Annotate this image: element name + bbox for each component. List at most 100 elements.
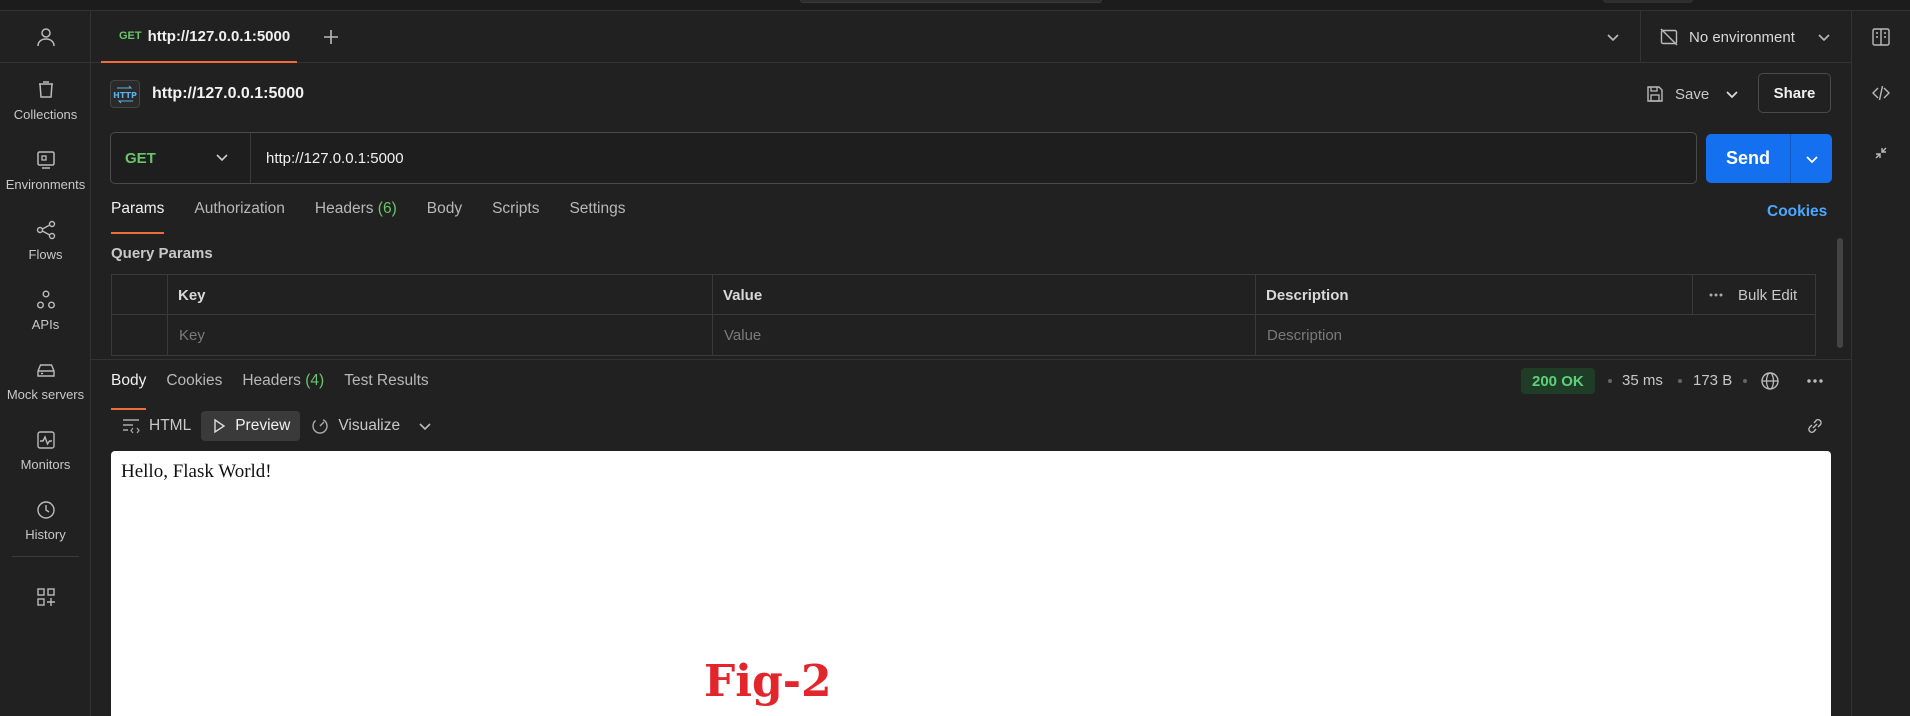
status-badge[interactable]: 200 OK (1521, 368, 1595, 394)
tab-body[interactable]: Body (427, 200, 462, 234)
tab-settings[interactable]: Settings (569, 200, 625, 234)
left-sidebar: Collections Environments Flows APIs Mock… (0, 11, 91, 716)
tab-authorization[interactable]: Authorization (194, 200, 284, 234)
sidebar-item-collections[interactable]: Collections (0, 75, 91, 135)
sidebar-item-label: Flows (28, 247, 63, 262)
request-tab[interactable]: GET http://127.0.0.1:5000 (101, 11, 297, 63)
query-params-table: Key Value Description Bulk Edit Key Valu… (111, 274, 1816, 356)
send-button[interactable]: Send (1706, 134, 1790, 183)
body-format-bar: HTML Preview Visualize (111, 411, 434, 441)
separator-dot (1608, 379, 1612, 383)
scrollbar[interactable] (1837, 238, 1843, 348)
add-apps-icon (36, 588, 55, 606)
sidebar-item-history[interactable]: History (0, 495, 91, 555)
value-input[interactable]: Value (724, 315, 761, 355)
save-options-chevron-icon[interactable] (1722, 84, 1742, 104)
collapse-arrows-icon[interactable] (1870, 142, 1892, 164)
share-button[interactable]: Share (1758, 73, 1831, 113)
divider (1640, 11, 1641, 63)
visualize-icon (312, 418, 329, 434)
response-headers-count: (4) (305, 372, 325, 389)
divider (1692, 275, 1693, 315)
copy-link-icon[interactable] (1804, 415, 1826, 437)
tab-scripts[interactable]: Scripts (492, 200, 539, 234)
sidebar-item-environments[interactable]: Environments (0, 145, 91, 205)
save-button[interactable]: Save (1645, 80, 1709, 108)
url-bar: GET http://127.0.0.1:5000 (110, 132, 1697, 184)
response-size[interactable]: 173 B (1693, 372, 1732, 389)
sidebar-item-label: Collections (13, 107, 78, 122)
workspace-user-button[interactable] (0, 11, 91, 63)
flows-icon (36, 220, 55, 240)
search-bar-edge[interactable] (800, 0, 1102, 3)
key-column-header: Key (178, 286, 206, 304)
description-column-header: Description (1266, 286, 1349, 304)
value-column-header: Value (723, 286, 763, 304)
sidebar-item-flows[interactable]: Flows (0, 215, 91, 275)
tab-headers[interactable]: Headers (6) (315, 200, 397, 234)
request-tab-bar: GET http://127.0.0.1:5000 No environment (91, 11, 1852, 63)
environment-selector[interactable]: No environment (1659, 11, 1833, 63)
user-icon (36, 27, 55, 46)
format-dropdown-chevron-icon[interactable] (416, 417, 434, 435)
headers-count: (6) (377, 200, 397, 217)
svg-text:HTTP: HTTP (113, 91, 137, 100)
preview-format-button[interactable]: Preview (201, 411, 301, 441)
divider (167, 275, 168, 355)
globe-icon[interactable] (1759, 370, 1781, 392)
environment-label: No environment (1689, 28, 1795, 46)
sidebar-item-monitors[interactable]: Monitors (0, 425, 91, 485)
history-icon (36, 501, 55, 519)
play-icon (214, 418, 226, 434)
cookies-link[interactable]: Cookies (1767, 203, 1827, 221)
description-input[interactable]: Description (1267, 315, 1342, 355)
divider (1790, 134, 1791, 183)
sidebar-item-label: Mock servers (6, 387, 85, 402)
sidebar-item-label: Monitors (20, 457, 71, 472)
html-format-button[interactable]: HTML (111, 411, 201, 441)
tab-test-results[interactable]: Test Results (344, 372, 428, 402)
sidebar-add-apps-button[interactable] (0, 582, 91, 612)
visualize-format-button[interactable]: Visualize (300, 411, 410, 441)
tab-params[interactable]: Params (111, 200, 165, 234)
url-input[interactable]: http://127.0.0.1:5000 (266, 133, 404, 183)
environments-icon (36, 151, 55, 169)
apis-icon (36, 290, 55, 309)
preview-text: Hello, Flask World! (121, 461, 272, 482)
sidebar-divider (12, 556, 79, 557)
tab-response-body[interactable]: Body (111, 372, 147, 410)
request-header: HTTP http://127.0.0.1:5000 (110, 80, 304, 108)
separator-dot (1743, 379, 1747, 383)
sidebar-item-apis[interactable]: APIs (0, 285, 91, 345)
code-icon[interactable] (1870, 82, 1892, 104)
query-params-title: Query Params (111, 245, 213, 262)
bulk-edit-button[interactable]: Bulk Edit (1738, 275, 1797, 315)
method-select[interactable]: GET (111, 133, 251, 183)
tab-response-cookies[interactable]: Cookies (166, 372, 222, 402)
monitors-icon (36, 431, 55, 449)
save-icon (1647, 86, 1663, 102)
save-label: Save (1675, 85, 1710, 103)
request-name[interactable]: http://127.0.0.1:5000 (152, 85, 304, 103)
more-options-icon[interactable] (1804, 370, 1826, 392)
sidebar-item-label: History (25, 527, 66, 542)
request-tabs: Params Authorization Headers (6) Body Sc… (111, 200, 655, 234)
key-input[interactable]: Key (179, 315, 205, 355)
more-options-icon[interactable] (1708, 275, 1724, 315)
pane-divider[interactable] (91, 359, 1851, 360)
response-time[interactable]: 35 ms (1622, 372, 1663, 389)
top-button-edge[interactable] (1603, 0, 1693, 3)
sidebar-item-mock-servers[interactable]: Mock servers (0, 355, 91, 415)
new-tab-plus-icon[interactable] (319, 25, 343, 49)
send-options-chevron-icon[interactable] (1802, 149, 1822, 169)
chevron-down-icon (216, 154, 228, 162)
html-lines-icon (123, 419, 140, 434)
tab-response-headers[interactable]: Headers (4) (242, 372, 324, 402)
tabs-dropdown-chevron-icon[interactable] (1603, 27, 1623, 47)
environment-quick-look-icon[interactable] (1870, 26, 1892, 48)
no-environment-icon (1660, 28, 1678, 46)
tab-method: GET (119, 30, 142, 42)
table-header-row: Key Value Description Bulk Edit (112, 275, 1815, 315)
sidebar-item-label: Environments (5, 177, 86, 192)
divider (1255, 275, 1256, 355)
